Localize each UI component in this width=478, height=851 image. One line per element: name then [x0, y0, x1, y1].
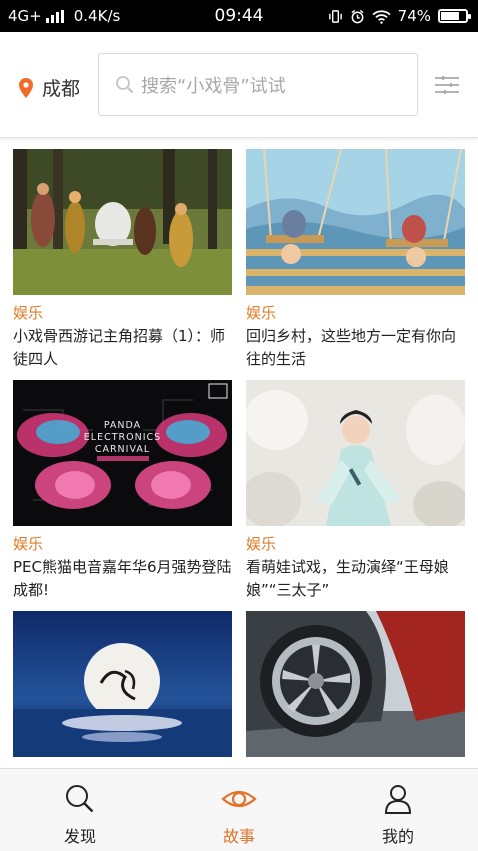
story-title: 回归乡村，这些地方一定有你向往的生活	[246, 327, 457, 368]
story-image-child-costume	[246, 380, 465, 526]
location-pin-icon	[19, 77, 33, 98]
story-image-moon	[13, 611, 232, 757]
person-icon	[384, 785, 412, 814]
search-icon	[116, 75, 134, 93]
story-card[interactable]	[13, 611, 232, 765]
search-placeholder: 搜索“小戏骨”试试	[141, 75, 286, 97]
eye-icon	[221, 790, 257, 808]
search-box[interactable]: 搜索“小戏骨”试试	[98, 53, 418, 116]
battery-icon	[438, 9, 471, 23]
story-card[interactable]	[246, 611, 465, 765]
story-card[interactable]: 娱乐 看萌娃试戏，生动演绎“王母娘娘”“三太子”	[246, 380, 465, 602]
story-image-journey-west	[13, 149, 232, 295]
status-right: 74%	[328, 7, 471, 25]
story-image-kids-swing	[246, 149, 465, 295]
story-tag: 娱乐	[13, 304, 44, 322]
story-image-car-wheel	[246, 611, 465, 757]
pec-text-line1: PANDA	[104, 420, 141, 431]
nav-label: 故事	[222, 827, 255, 846]
story-card[interactable]: 娱乐 小戏骨西游记主角招募（1）：师徒四人	[13, 149, 232, 371]
city-label: 成都	[42, 78, 81, 100]
location-selector[interactable]: 成都	[18, 74, 80, 101]
status-bar: 4G+ 0.4K/s 09:44 74%	[0, 0, 478, 32]
alarm-icon	[351, 9, 364, 23]
story-image-panda-carnival: PANDA ELECTRONICS CARNIVAL	[13, 380, 232, 526]
top-header: 成都 搜索“小戏骨”试试	[0, 32, 478, 138]
story-card[interactable]: 娱乐 回归乡村，这些地方一定有你向往的生活	[246, 149, 465, 371]
story-title: PEC熊猫电音嘉年华6月强势登陆成都!	[13, 558, 232, 599]
story-tag: 娱乐	[13, 535, 44, 553]
nav-mine[interactable]: 我的	[318, 769, 478, 851]
pec-text-line2: ELECTRONICS	[84, 432, 161, 443]
nav-label: 发现	[63, 827, 96, 846]
bottom-navigation: 发现 故事 我的	[0, 768, 478, 851]
story-card[interactable]: PANDA ELECTRONICS CARNIVAL 娱乐 PEC熊猫电音嘉年华…	[13, 380, 232, 602]
nav-discover[interactable]: 发现	[0, 769, 160, 851]
vibrate-icon	[328, 9, 342, 23]
battery-percent: 74%	[397, 7, 431, 25]
nav-stories[interactable]: 故事	[159, 769, 319, 851]
story-title: 看萌娃试戏，生动演绎“王母娘娘”“三太子”	[246, 558, 449, 599]
wifi-icon	[372, 9, 391, 24]
story-feed: 娱乐 小戏骨西游记主角招募（1）：师徒四人 娱乐 回归乡村，这些地方一定有你向往…	[0, 138, 478, 768]
filter-icon[interactable]	[434, 75, 460, 95]
nav-label: 我的	[381, 827, 414, 846]
story-tag: 娱乐	[246, 304, 277, 322]
story-tag: 娱乐	[246, 535, 277, 553]
story-title: 小戏骨西游记主角招募（1）：师徒四人	[13, 327, 226, 368]
search-icon	[66, 785, 94, 813]
pec-text-line3: CARNIVAL	[95, 444, 150, 455]
